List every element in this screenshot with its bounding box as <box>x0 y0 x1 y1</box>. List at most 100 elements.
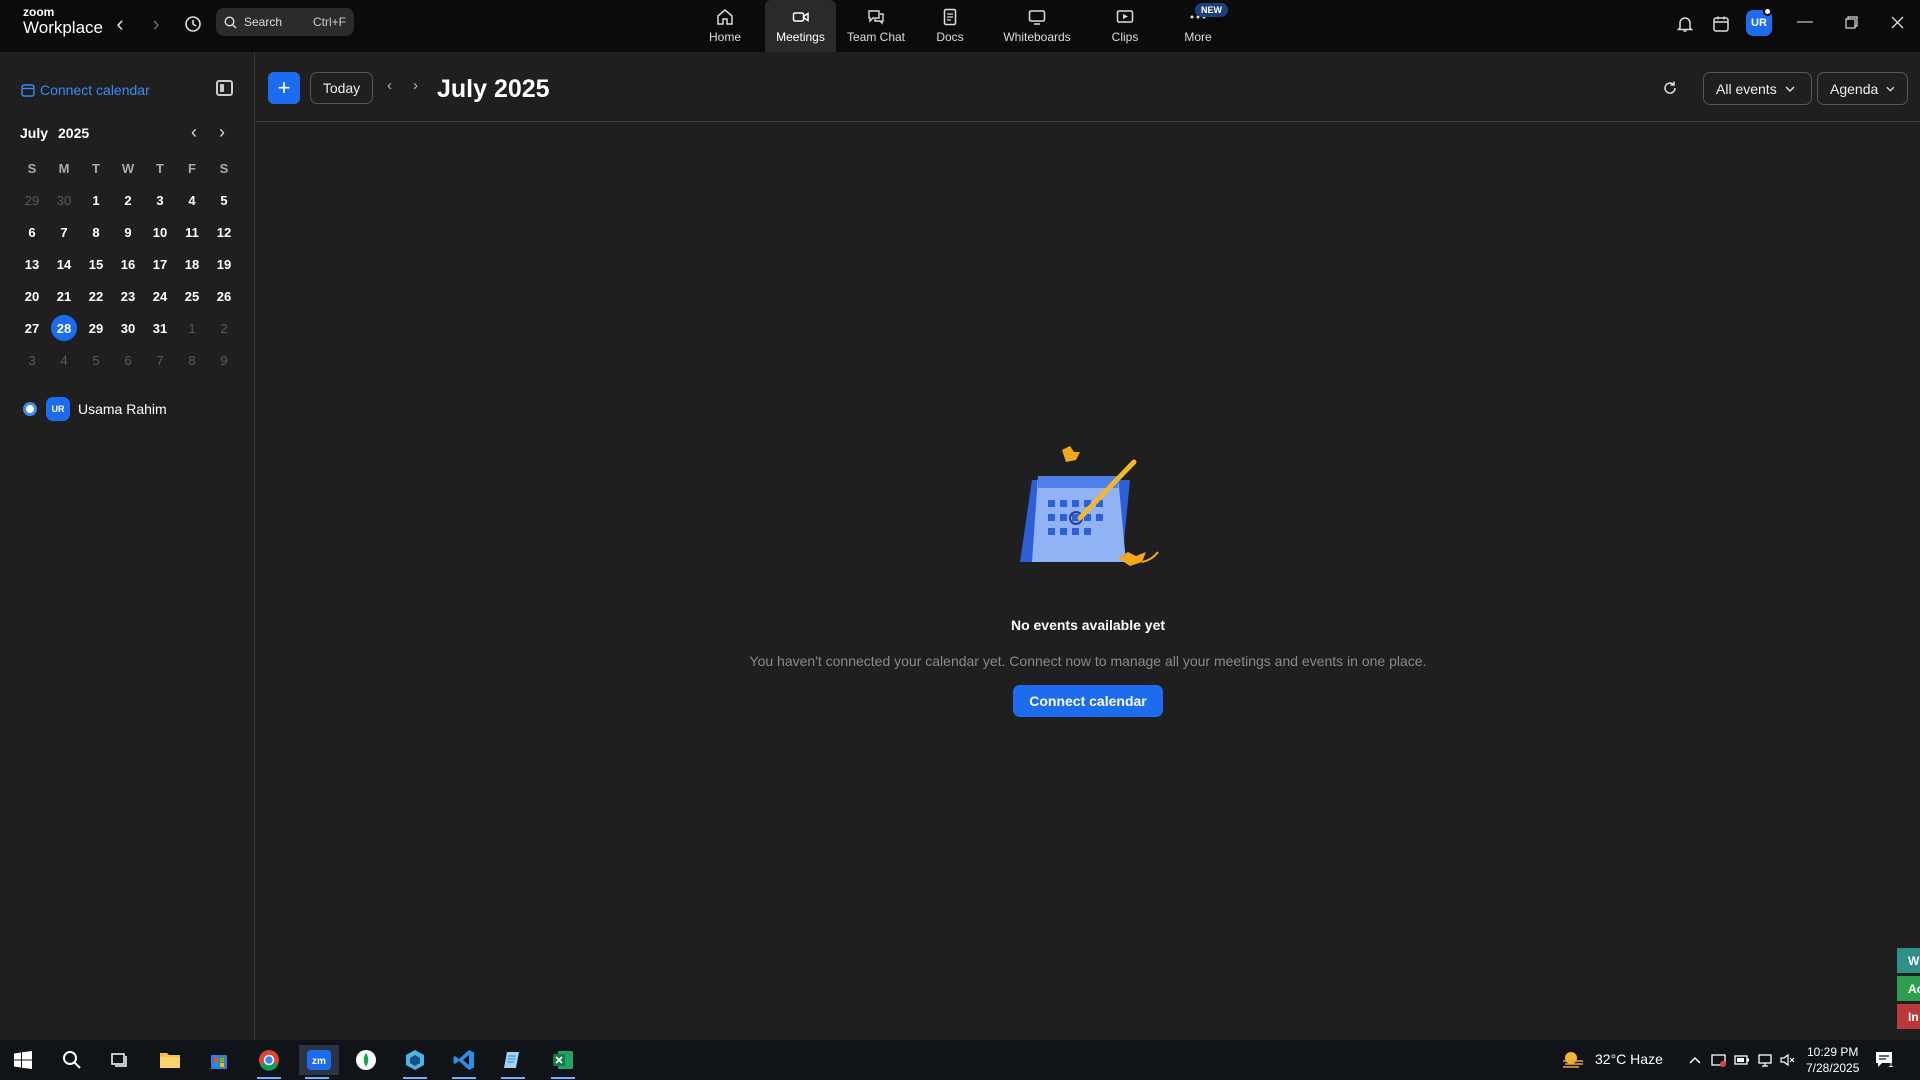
calendar-day[interactable]: 8 <box>176 344 208 376</box>
battery-icon[interactable] <box>1731 1045 1753 1075</box>
edge-tab-w[interactable]: W <box>1897 948 1920 973</box>
weather-text[interactable]: 32°C Haze <box>1595 1051 1663 1067</box>
mini-next-icon[interactable]: › <box>219 122 225 143</box>
calendar-day[interactable]: 8 <box>80 216 112 248</box>
calendar-day[interactable]: 4 <box>176 184 208 216</box>
calendar-day[interactable]: 29 <box>80 312 112 344</box>
doc-icon <box>943 8 957 26</box>
network-icon[interactable] <box>1754 1045 1776 1075</box>
calendar-day[interactable]: 2 <box>112 184 144 216</box>
bell-icon[interactable] <box>1673 12 1697 36</box>
tab-docs[interactable]: Docs <box>930 0 970 52</box>
calendar-day[interactable]: 9 <box>112 216 144 248</box>
calendar-day[interactable]: 14 <box>48 248 80 280</box>
weekday-header: T <box>156 160 164 176</box>
calendar-day[interactable]: 19 <box>208 248 240 280</box>
security-tray-icon[interactable] <box>1708 1045 1730 1075</box>
calendar-day[interactable]: 1 <box>80 184 112 216</box>
calendar-day[interactable]: 18 <box>176 248 208 280</box>
calendar-day[interactable]: 11 <box>176 216 208 248</box>
close-icon[interactable] <box>1883 10 1911 34</box>
calendar-day[interactable]: 16 <box>112 248 144 280</box>
calendar-day[interactable]: 2 <box>208 312 240 344</box>
restore-icon[interactable] <box>1837 10 1865 34</box>
taskbar-clock[interactable]: 10:29 PM 7/28/2025 <box>1806 1044 1859 1076</box>
windows-start-icon[interactable] <box>5 1045 41 1075</box>
calendar-day[interactable]: 3 <box>16 344 48 376</box>
calendar-day[interactable]: 30 <box>112 312 144 344</box>
edge-tab-ac[interactable]: Ac <box>1897 976 1920 1001</box>
calendar-day[interactable]: 1 <box>176 312 208 344</box>
vscode-icon[interactable] <box>446 1045 482 1079</box>
connect-calendar-button[interactable]: Connect calendar <box>1013 685 1163 717</box>
calendar-day[interactable]: 7 <box>144 344 176 376</box>
calendar-day[interactable]: 6 <box>16 216 48 248</box>
calendar-day[interactable]: 13 <box>16 248 48 280</box>
calendar-day-selected[interactable]: 28 <box>48 312 80 344</box>
tray-expand-icon[interactable] <box>1683 1045 1707 1075</box>
tab-meetings[interactable]: Meetings <box>765 0 836 52</box>
calendar-day[interactable]: 26 <box>208 280 240 312</box>
calendar-day[interactable]: 30 <box>48 184 80 216</box>
minimize-icon[interactable]: — <box>1791 10 1819 34</box>
calendar-day[interactable]: 6 <box>112 344 144 376</box>
prev-month-icon[interactable]: ‹ <box>387 77 392 94</box>
weekday-header: T <box>92 160 100 176</box>
calendar-day[interactable]: 12 <box>208 216 240 248</box>
events-filter-dropdown[interactable]: All events <box>1703 72 1812 105</box>
back-arrow-icon[interactable]: ‹ <box>108 11 132 36</box>
history-icon[interactable] <box>181 12 205 36</box>
tab-whiteboards[interactable]: Whiteboards <box>1000 0 1074 52</box>
calendar-day[interactable]: 17 <box>144 248 176 280</box>
today-button[interactable]: Today <box>310 72 373 104</box>
calendar-day[interactable]: 25 <box>176 280 208 312</box>
calendar-day[interactable]: 3 <box>144 184 176 216</box>
calendar-widget-icon[interactable] <box>1709 12 1733 36</box>
chrome-icon[interactable] <box>251 1045 287 1079</box>
calendar-day[interactable]: 21 <box>48 280 80 312</box>
tab-team-chat[interactable]: Team Chat <box>846 0 906 52</box>
calendar-day[interactable]: 9 <box>208 344 240 376</box>
task-view-icon[interactable] <box>102 1045 138 1075</box>
calendar-day[interactable]: 22 <box>80 280 112 312</box>
app-blue-icon[interactable] <box>397 1045 433 1079</box>
sidebar-collapse-icon[interactable] <box>216 80 233 96</box>
calendar-day[interactable]: 10 <box>144 216 176 248</box>
search-input[interactable]: Search Ctrl+F <box>216 8 354 36</box>
calendar-day[interactable]: 23 <box>112 280 144 312</box>
calendar-day[interactable]: 31 <box>144 312 176 344</box>
store-icon[interactable] <box>201 1045 237 1075</box>
calendar-user-row[interactable]: UR Usama Rahim <box>23 397 167 421</box>
calendar-day[interactable]: 5 <box>208 184 240 216</box>
calendar-day[interactable]: 15 <box>80 248 112 280</box>
tab-clips[interactable]: Clips <box>1105 0 1145 52</box>
next-month-icon[interactable]: › <box>413 77 418 94</box>
view-dropdown[interactable]: Agenda <box>1817 72 1908 105</box>
connect-calendar-label: Connect calendar <box>40 82 150 98</box>
calendar-day[interactable]: 29 <box>16 184 48 216</box>
notification-center-icon[interactable]: 1 <box>1870 1045 1900 1075</box>
tab-home[interactable]: Home <box>700 0 750 52</box>
excel-icon[interactable] <box>545 1045 581 1079</box>
calendar-day[interactable]: 24 <box>144 280 176 312</box>
weather-icon[interactable] <box>1558 1045 1588 1075</box>
file-explorer-icon[interactable] <box>152 1045 188 1075</box>
calendar-day[interactable]: 5 <box>80 344 112 376</box>
calendar-day[interactable]: 4 <box>48 344 80 376</box>
mongodb-icon[interactable] <box>348 1045 384 1075</box>
user-radio[interactable] <box>23 402 37 416</box>
calendar-day[interactable]: 7 <box>48 216 80 248</box>
mini-prev-icon[interactable]: ‹ <box>191 122 197 143</box>
refresh-icon[interactable] <box>1658 76 1682 100</box>
edge-tab-in[interactable]: In <box>1897 1004 1920 1029</box>
taskbar-search-icon[interactable] <box>54 1045 90 1075</box>
calendar-day[interactable]: 20 <box>16 280 48 312</box>
volume-muted-icon[interactable] <box>1777 1045 1799 1075</box>
zoom-taskbar-icon[interactable]: zm <box>299 1045 339 1079</box>
calendar-day[interactable]: 27 <box>16 312 48 344</box>
forward-arrow-icon[interactable]: › <box>144 11 168 36</box>
connect-calendar-link[interactable]: Connect calendar <box>21 82 150 98</box>
video-icon <box>792 12 809 22</box>
add-event-button[interactable]: + <box>268 72 300 104</box>
notepad-icon[interactable] <box>495 1045 531 1079</box>
